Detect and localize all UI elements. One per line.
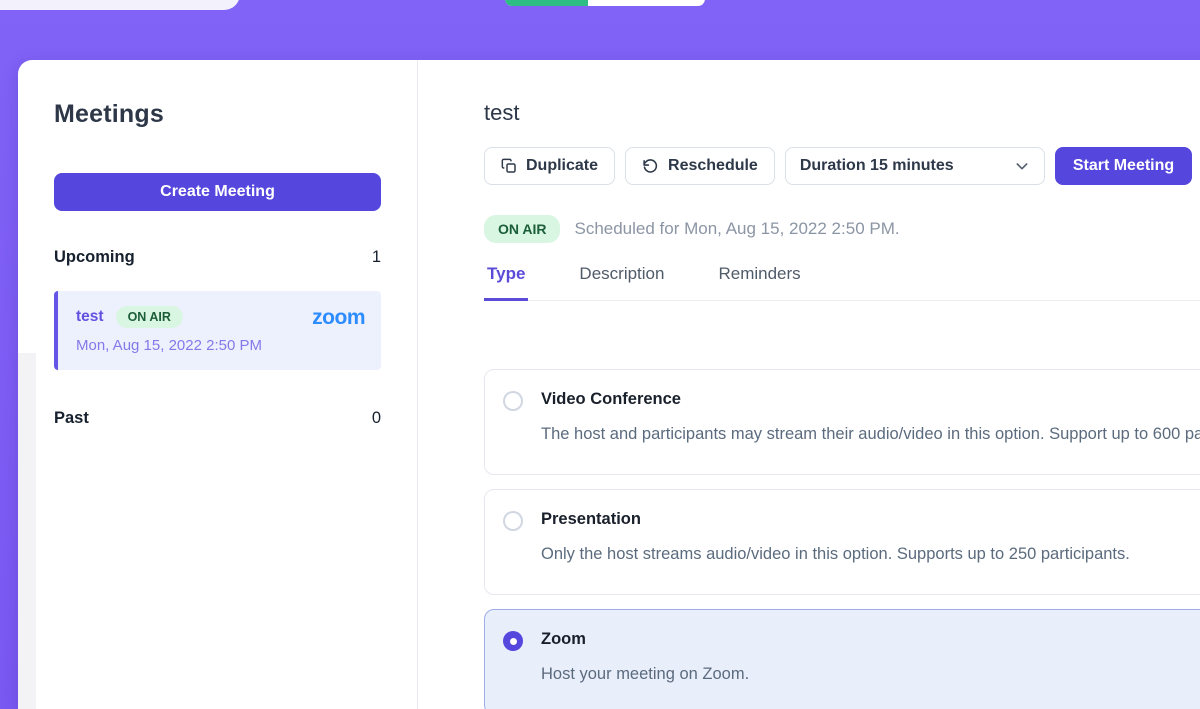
create-meeting-label: Create Meeting [160, 183, 275, 201]
radio-unselected-icon[interactable] [503, 511, 523, 531]
duplicate-button[interactable]: Duplicate [484, 147, 615, 185]
option-description: Only the host streams audio/video in thi… [541, 540, 1130, 568]
rotate-ccw-icon [642, 158, 659, 175]
option-title: Video Conference [541, 390, 1200, 409]
tab-bar: Type Description Reminders [484, 264, 1200, 301]
on-air-status-badge: ON AIR [484, 215, 560, 243]
scheduled-text: Scheduled for Mon, Aug 15, 2022 2:50 PM. [574, 219, 899, 239]
meeting-list-item[interactable]: test ON AIR zoom Mon, Aug 15, 2022 2:50 … [54, 291, 381, 370]
meetings-sidebar: Meetings Create Meeting Upcoming 1 test … [18, 60, 418, 709]
sidebar-title: Meetings [54, 100, 397, 129]
page-title: test [484, 100, 1200, 126]
on-air-badge: ON AIR [116, 306, 183, 328]
start-meeting-label: Start Meeting [1073, 157, 1174, 175]
option-zoom[interactable]: Zoom Host your meeting on Zoom. [484, 609, 1200, 709]
duplicate-label: Duplicate [526, 157, 598, 175]
option-title: Presentation [541, 510, 1130, 529]
tab-reminders[interactable]: Reminders [715, 264, 803, 300]
progress-bar [505, 0, 705, 6]
tab-description[interactable]: Description [576, 264, 667, 300]
tab-type[interactable]: Type [484, 264, 528, 301]
option-presentation[interactable]: Presentation Only the host streams audio… [484, 489, 1200, 595]
app-panel: Meetings Create Meeting Upcoming 1 test … [18, 60, 1200, 709]
meeting-detail: test Duplicate Reschedul [484, 60, 1200, 709]
reschedule-button[interactable]: Reschedule [625, 147, 775, 185]
radio-selected-icon[interactable] [503, 631, 523, 651]
upcoming-section-header[interactable]: Upcoming 1 [54, 248, 381, 267]
start-meeting-button[interactable]: Start Meeting [1055, 147, 1192, 185]
left-gutter [18, 353, 36, 709]
upcoming-label: Upcoming [54, 248, 135, 267]
option-description: Host your meeting on Zoom. [541, 660, 749, 688]
meeting-name: test [76, 308, 104, 326]
past-section-header[interactable]: Past 0 [54, 409, 381, 428]
option-description: The host and participants may stream the… [541, 420, 1200, 448]
duration-select[interactable]: Duration 15 minutes [785, 147, 1045, 185]
duration-value: Duration 15 minutes [800, 157, 954, 175]
meeting-type-options: Video Conference The host and participan… [484, 369, 1200, 709]
toolbar: Duplicate Reschedule Duration 15 minutes [484, 147, 1200, 185]
past-label: Past [54, 409, 89, 428]
progress-fill [505, 0, 588, 6]
option-title: Zoom [541, 630, 749, 649]
meeting-datetime: Mon, Aug 15, 2022 2:50 PM [76, 337, 365, 354]
zoom-logo: zoom [312, 307, 365, 328]
status-row: ON AIR Scheduled for Mon, Aug 15, 2022 2… [484, 215, 1200, 243]
reschedule-label: Reschedule [668, 157, 758, 175]
upcoming-count: 1 [372, 248, 381, 267]
option-video-conference[interactable]: Video Conference The host and participan… [484, 369, 1200, 475]
chevron-down-icon [1014, 158, 1030, 174]
create-meeting-button[interactable]: Create Meeting [54, 173, 381, 211]
radio-unselected-icon[interactable] [503, 391, 523, 411]
past-count: 0 [372, 409, 381, 428]
copy-icon [501, 158, 517, 174]
top-left-pill [0, 0, 240, 10]
